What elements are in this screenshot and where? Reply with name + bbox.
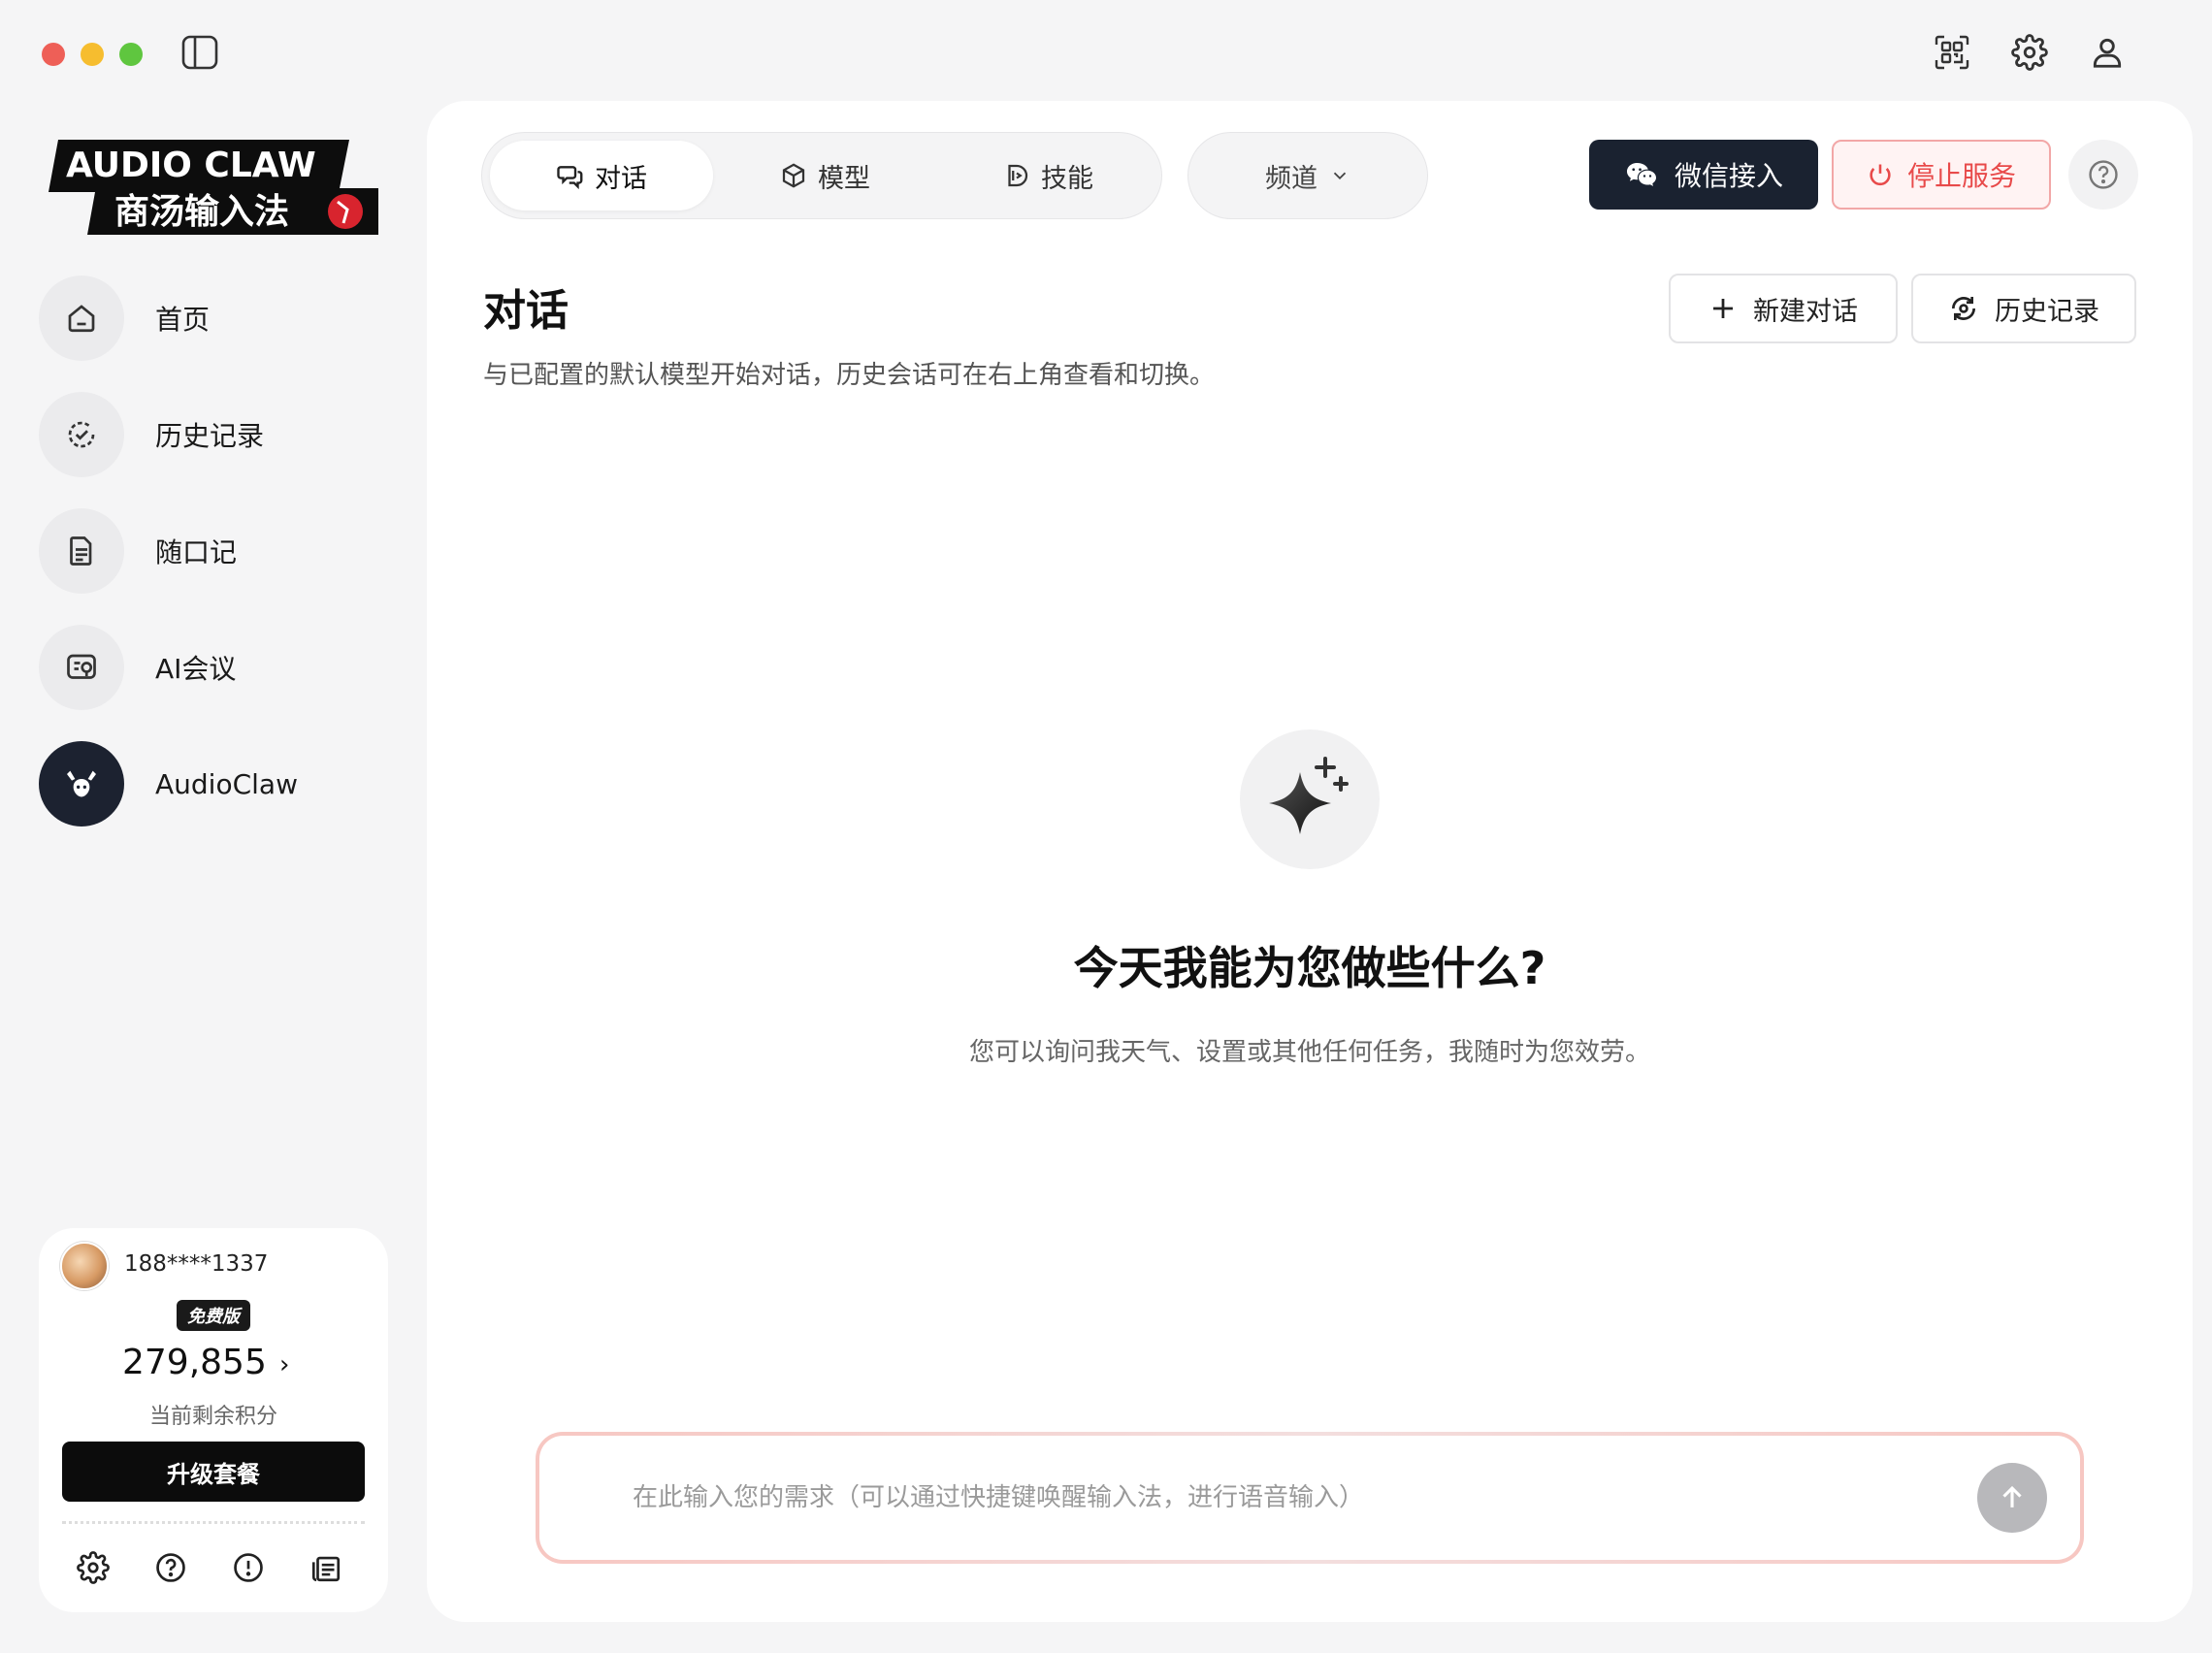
stop-service-button[interactable]: 停止服务 <box>1832 140 2051 210</box>
arrow-up-icon <box>2002 1485 2022 1507</box>
home-icon <box>39 276 124 361</box>
sidebar-item-label: AudioClaw <box>155 767 298 800</box>
brand-line1: AUDIO CLAW <box>66 146 316 185</box>
help-icon <box>2089 160 2118 189</box>
channel-label: 频道 <box>1265 163 1317 194</box>
gear-icon[interactable] <box>2008 31 2051 74</box>
brand-line2: 商汤输入法 <box>114 192 289 232</box>
sidebar-item-label: 随口记 <box>155 536 238 568</box>
channel-dropdown[interactable]: 频道 <box>1187 132 1428 219</box>
user-icon[interactable] <box>2086 31 2129 74</box>
chevron-down-icon <box>1333 172 1347 180</box>
window-close-button[interactable] <box>42 43 65 66</box>
sidebar-item-history[interactable]: 历史记录 <box>39 392 407 477</box>
info-icon[interactable] <box>229 1548 268 1587</box>
tab-chat[interactable]: 对话 <box>490 141 713 211</box>
log-icon[interactable] <box>307 1548 345 1587</box>
power-icon <box>1870 164 1891 186</box>
wechat-icon <box>1626 163 1656 186</box>
history-button[interactable]: 历史记录 <box>1911 274 2136 343</box>
meeting-icon <box>39 625 124 710</box>
points-label: 当前剩余积分 <box>148 1405 277 1429</box>
chat-input[interactable] <box>633 1436 1952 1560</box>
qr-scan-icon[interactable] <box>1931 31 1973 74</box>
page-title: 对话 <box>483 286 569 336</box>
sidebar-item-home[interactable]: 首页 <box>39 276 407 361</box>
sidebar-item-label: 历史记录 <box>155 420 265 452</box>
brand-logo: AUDIO CLAW 商汤输入法 <box>49 134 378 241</box>
user-card: 188****1337 免费版 279,855 › 当前剩余积分 升级套餐 <box>39 1228 388 1612</box>
sparkle-icon <box>1240 729 1380 869</box>
points-value[interactable]: 279,855 <box>122 1343 267 1382</box>
stop-label: 停止服务 <box>1906 160 2016 192</box>
upgrade-button[interactable]: 升级套餐 <box>62 1442 365 1502</box>
user-phone: 188****1337 <box>124 1251 269 1277</box>
sidebar-item-notes[interactable]: 随口记 <box>39 508 407 594</box>
new-chat-button[interactable]: 新建对话 <box>1669 274 1898 343</box>
skill-icon <box>1008 164 1028 187</box>
help-icon[interactable] <box>151 1548 190 1587</box>
tab-skills[interactable]: 技能 <box>936 141 1159 211</box>
cube-icon <box>782 163 805 188</box>
sidebar-item-ai-meeting[interactable]: AI会议 <box>39 625 407 710</box>
history-label: 历史记录 <box>1995 296 2099 327</box>
chevron-right-icon[interactable]: › <box>279 1350 289 1379</box>
history-icon <box>1952 297 1975 320</box>
hero-title: 今天我能为您做些什么? <box>1073 942 1546 994</box>
gear-icon[interactable] <box>74 1548 113 1587</box>
tab-label: 对话 <box>595 163 647 194</box>
sidebar-item-label: AI会议 <box>155 653 237 685</box>
wechat-label: 微信接入 <box>1674 160 1783 192</box>
page-description: 与已配置的默认模型开始对话，历史会话可在右上角查看和切换。 <box>483 361 1216 390</box>
main-panel: 对话 模型 技能 频道 微信接入 停止服务 对话 与已配置的默认模型开始对话，历… <box>427 101 2193 1622</box>
wechat-connect-button[interactable]: 微信接入 <box>1589 140 1818 210</box>
chat-input-box <box>539 1436 2080 1560</box>
tab-label: 模型 <box>818 163 870 194</box>
tab-label: 技能 <box>1041 163 1093 194</box>
note-icon <box>39 508 124 594</box>
plan-badge: 免费版 <box>177 1300 250 1331</box>
sidebar-item-audioclaw[interactable]: AudioClaw <box>39 741 407 826</box>
claw-icon <box>39 741 124 826</box>
window-minimize-button[interactable] <box>81 43 104 66</box>
tab-bar: 对话 模型 技能 <box>481 132 1162 219</box>
tab-model[interactable]: 模型 <box>713 141 936 211</box>
window-maximize-button[interactable] <box>119 43 143 66</box>
sidebar-toggle-icon[interactable] <box>180 33 219 72</box>
send-button[interactable] <box>1977 1463 2047 1533</box>
hero-subtitle: 您可以询问我天气、设置或其他任何任务，我随时为您效劳。 <box>968 1038 1650 1067</box>
avatar[interactable] <box>60 1242 109 1290</box>
new-chat-label: 新建对话 <box>1753 296 1858 327</box>
chat-input-container <box>536 1432 2084 1564</box>
plus-icon <box>1713 299 1733 318</box>
sidebar-item-label: 首页 <box>155 304 211 336</box>
history-check-icon <box>39 392 124 477</box>
divider <box>62 1521 365 1524</box>
help-button[interactable] <box>2068 140 2138 210</box>
chat-icon <box>557 166 583 190</box>
